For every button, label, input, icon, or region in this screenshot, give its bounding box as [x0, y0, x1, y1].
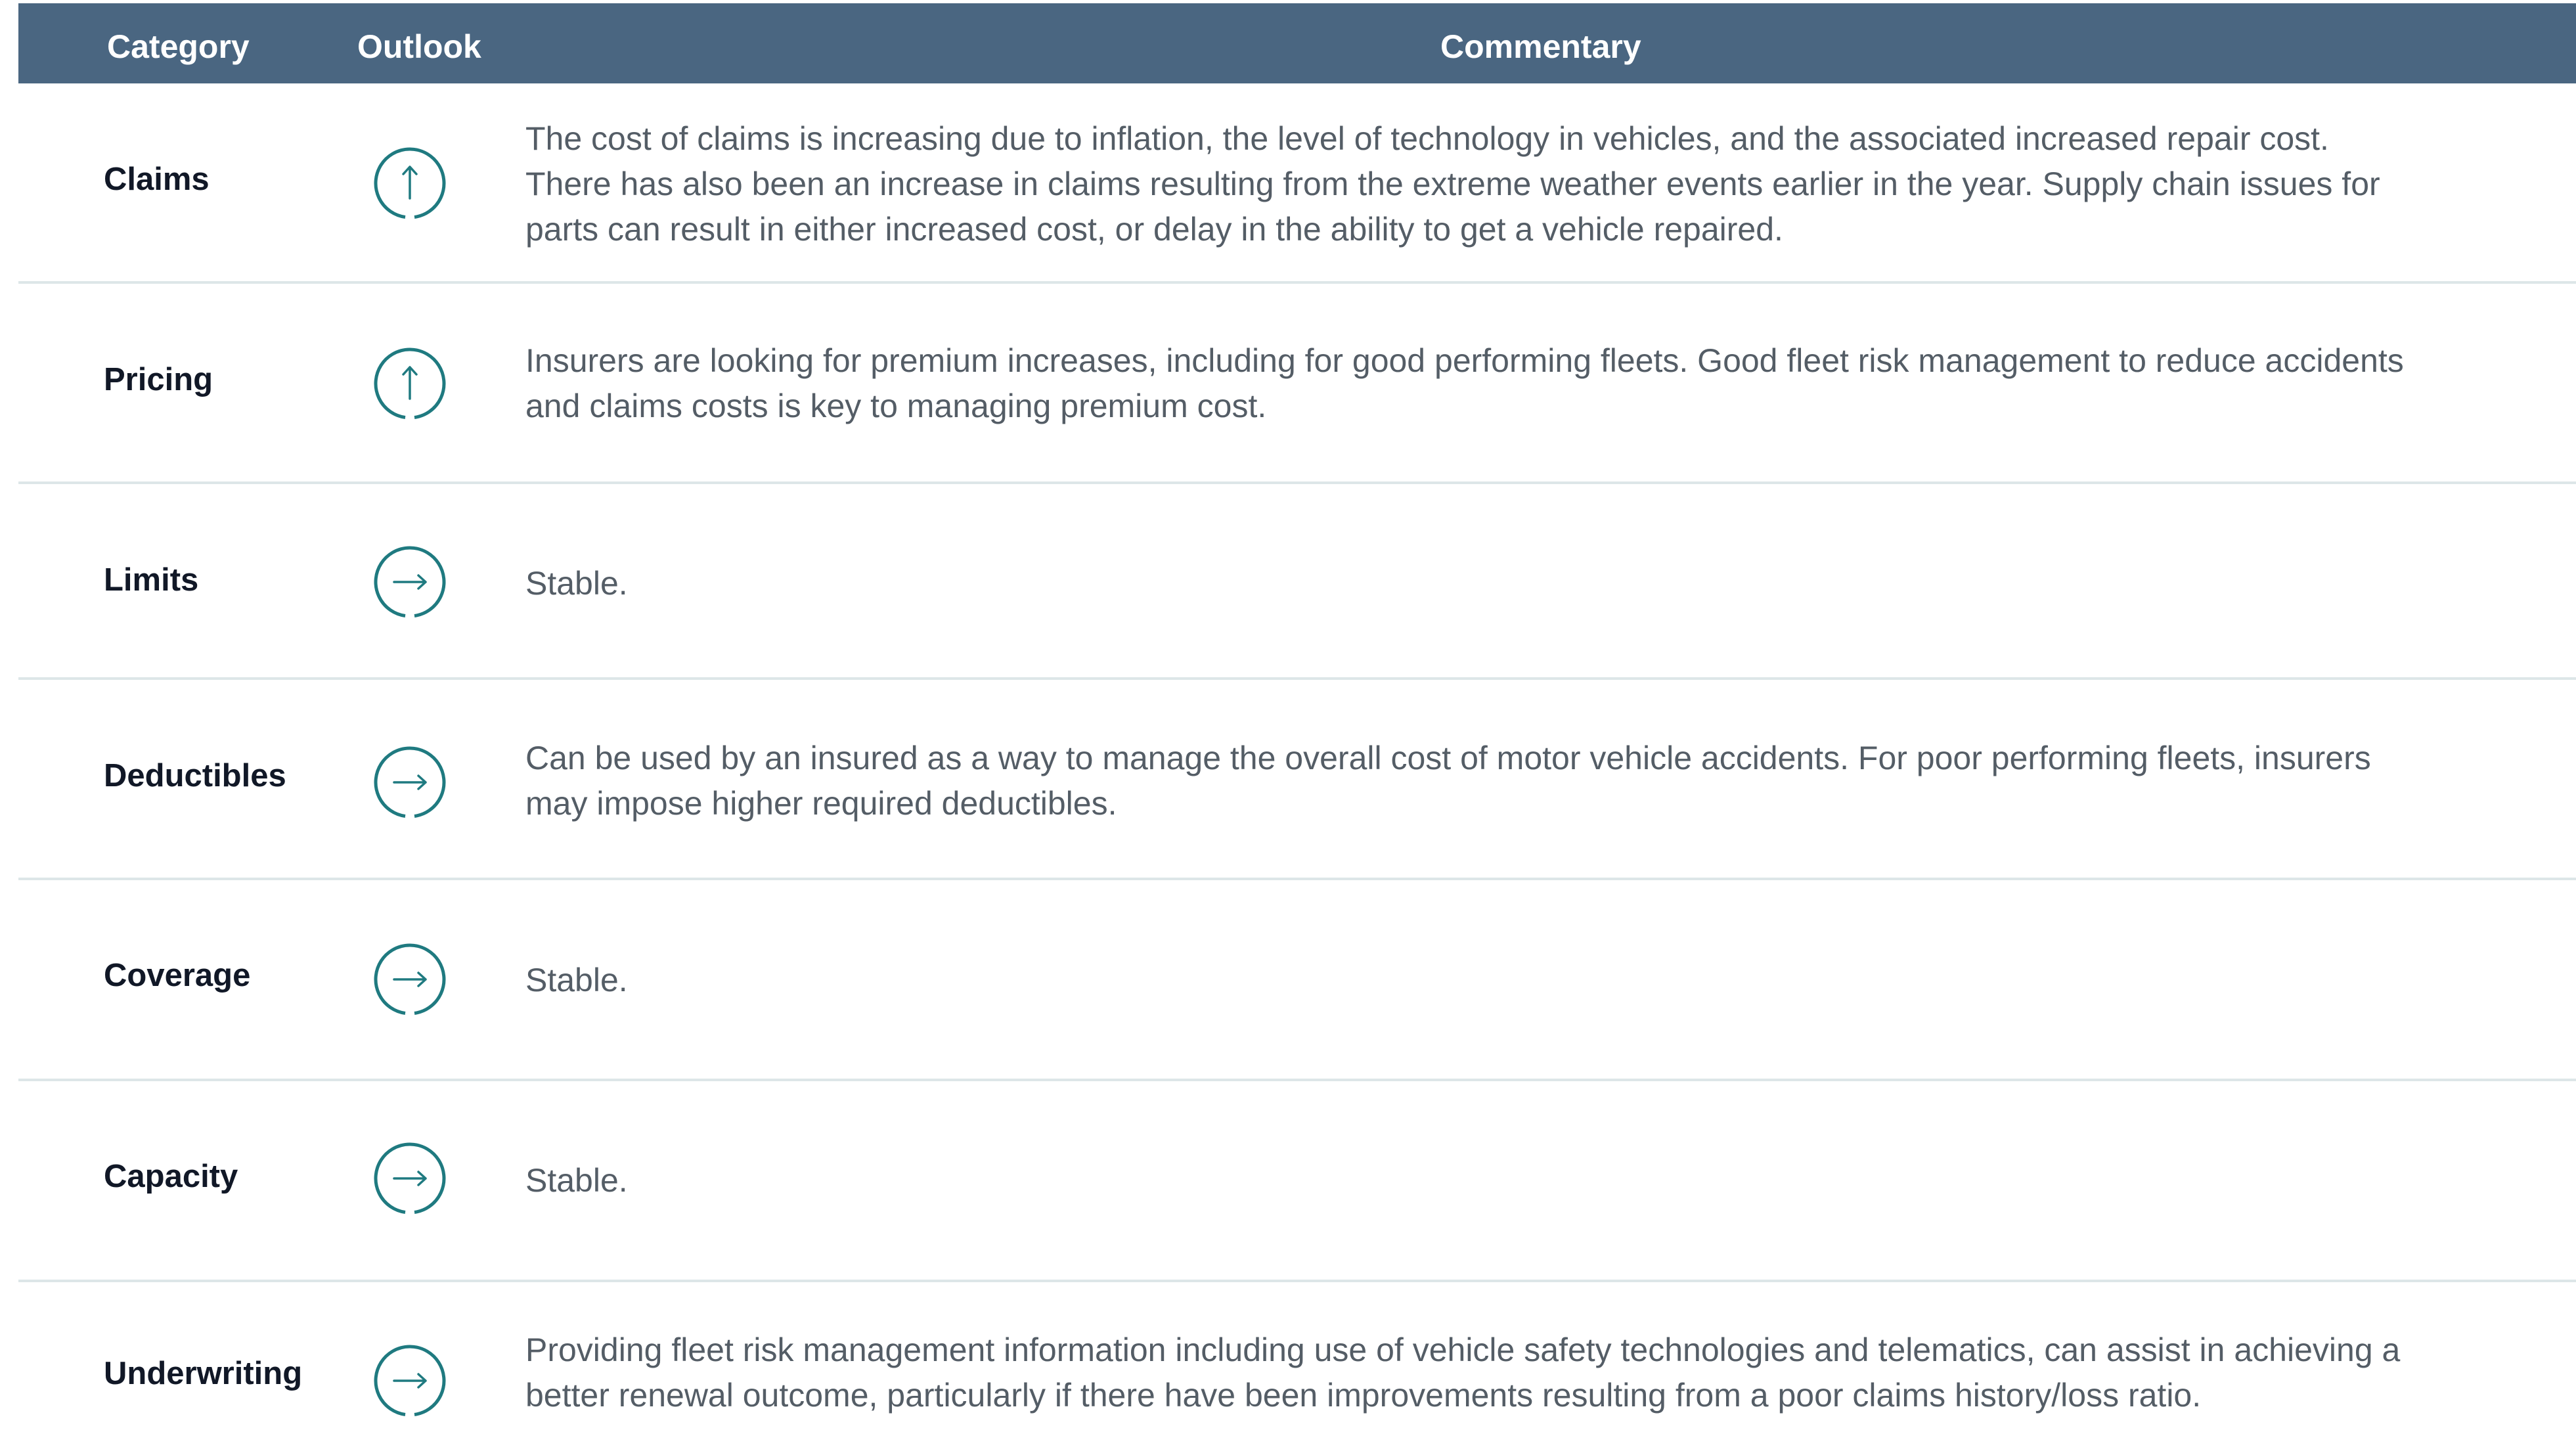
category-label: Coverage	[104, 958, 251, 993]
arrow-right-circle-icon	[372, 942, 447, 1017]
arrow-right-circle-icon	[372, 1343, 447, 1418]
arrow-up-circle-icon	[372, 146, 447, 221]
table-header: Category Outlook Commentary	[18, 3, 2576, 83]
header-outlook: Outlook	[357, 28, 481, 65]
table-row: Underwriting Providing fleet risk manage…	[18, 1282, 2576, 1453]
market-outlook-table: Category Outlook Commentary Claims The c…	[18, 3, 2576, 1453]
commentary-text: Stable.	[525, 962, 628, 998]
category-label: Underwriting	[104, 1356, 303, 1391]
arrow-right-circle-icon	[372, 745, 447, 820]
category-label: Limits	[104, 562, 199, 598]
commentary-text: Can be used by an insured as a way to ma…	[525, 740, 2371, 822]
commentary-text: Providing fleet risk management informat…	[525, 1331, 2401, 1414]
commentary-text: Stable.	[525, 1162, 628, 1199]
table-row: Coverage Stable.	[18, 880, 2576, 1081]
table-row: Pricing Insurers are looking for premium…	[18, 284, 2576, 484]
category-label: Capacity	[104, 1159, 238, 1194]
header-category: Category	[107, 28, 250, 65]
category-label: Claims	[104, 162, 210, 197]
header-commentary: Commentary	[1440, 28, 1641, 65]
category-label: Deductibles	[104, 758, 286, 794]
arrow-right-circle-icon	[372, 545, 447, 619]
commentary-text: Stable.	[525, 565, 628, 602]
arrow-right-circle-icon	[372, 1141, 447, 1216]
commentary-text: Insurers are looking for premium increas…	[525, 342, 2404, 424]
table-row: Limits Stable.	[18, 484, 2576, 680]
table-row: Capacity Stable.	[18, 1081, 2576, 1282]
commentary-text: The cost of claims is increasing due to …	[525, 120, 2380, 248]
table-row: Claims The cost of claims is increasing …	[18, 83, 2576, 284]
table-row: Deductibles Can be used by an insured as…	[18, 680, 2576, 880]
arrow-up-circle-icon	[372, 346, 447, 421]
category-label: Pricing	[104, 362, 213, 397]
